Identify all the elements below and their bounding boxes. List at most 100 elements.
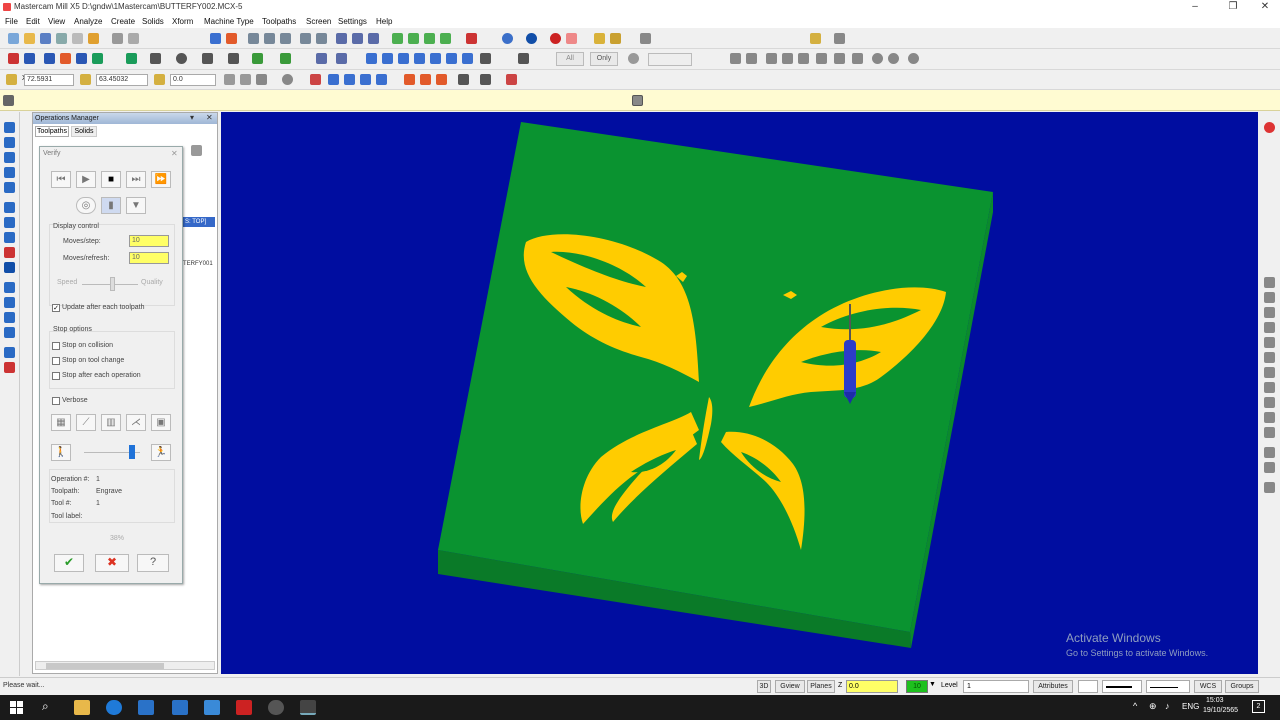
tool-mode-icon[interactable]: ▼ <box>126 197 146 214</box>
chain-icon[interactable] <box>352 33 363 44</box>
minimize-button[interactable]: – <box>1178 0 1212 15</box>
language-indicator[interactable]: ENG <box>1182 702 1199 711</box>
right-strip-icon-8[interactable] <box>1264 382 1275 393</box>
attr-icon[interactable] <box>360 74 371 85</box>
backplot-icon[interactable] <box>420 74 431 85</box>
tree-item-file[interactable]: TERFY001 <box>183 261 213 267</box>
sim-speed-slider[interactable] <box>129 445 135 459</box>
z-coordinate-field[interactable]: 0.0 <box>170 74 216 86</box>
gear-icon[interactable] <box>628 53 639 64</box>
app-red-icon[interactable] <box>236 700 252 715</box>
tab-solids[interactable]: Solids <box>71 126 97 137</box>
brush-icon[interactable] <box>610 33 621 44</box>
measure-icon[interactable]: ⟋ <box>76 414 96 431</box>
right-strip-icon-3[interactable] <box>1264 307 1275 318</box>
moves-refresh-input[interactable]: 10 <box>129 252 169 264</box>
tab-toolpaths[interactable]: Toolpaths <box>35 126 69 137</box>
plane-icon[interactable] <box>376 74 387 85</box>
shade-icon[interactable] <box>550 33 561 44</box>
line-endpoints-icon[interactable] <box>150 53 161 64</box>
select-polygon-icon[interactable] <box>766 53 777 64</box>
fast-forward-button[interactable]: ⏩ <box>151 171 171 188</box>
strip-shell-icon[interactable] <box>4 262 15 273</box>
dimension-icon[interactable] <box>480 53 491 64</box>
screen-clear-icon[interactable] <box>466 33 477 44</box>
stop-collision-checkbox[interactable] <box>52 342 60 350</box>
notification-icon[interactable]: 2 <box>1252 700 1265 713</box>
graphics-viewport[interactable]: Activate Windows Go to Settings to activ… <box>221 112 1258 674</box>
photos-icon[interactable] <box>204 700 220 715</box>
edge-icon[interactable] <box>106 700 122 715</box>
machine-def-icon[interactable] <box>506 74 517 85</box>
gview-button[interactable]: Gview <box>775 680 805 693</box>
right-strip-icon-14[interactable] <box>1264 482 1275 493</box>
right-strip-icon-10[interactable] <box>1264 412 1275 423</box>
verify-close-icon[interactable]: ✕ <box>171 149 178 158</box>
analyze-icon[interactable] <box>8 53 19 64</box>
chart-icon[interactable]: ▥ <box>101 414 121 431</box>
strip-drill-icon[interactable] <box>4 282 15 293</box>
ops-horizontal-scrollbar[interactable] <box>35 661 215 670</box>
fast-point-icon[interactable] <box>224 74 235 85</box>
solid-icon[interactable] <box>280 53 291 64</box>
fit-icon[interactable] <box>226 33 237 44</box>
y-coordinate-field[interactable]: 63.45032 <box>96 74 148 86</box>
strip-pocket-icon[interactable] <box>4 312 15 323</box>
strip-chamfer-icon[interactable] <box>4 247 15 258</box>
right-strip-icon-7[interactable] <box>1264 367 1275 378</box>
select-icon[interactable] <box>336 33 347 44</box>
zoom-in-icon[interactable] <box>264 33 275 44</box>
step-button[interactable]: ⏭ <box>126 171 146 188</box>
cut-icon[interactable] <box>72 33 83 44</box>
snap-settings-icon[interactable] <box>256 74 267 85</box>
start-icon[interactable] <box>10 701 23 714</box>
rewind-button[interactable]: ⏮ <box>51 171 71 188</box>
strip-extrude-icon[interactable] <box>4 232 15 243</box>
autocursor-help-icon[interactable] <box>282 74 293 85</box>
prompt-tool-icon[interactable] <box>3 95 14 106</box>
fast-speed-icon[interactable]: 🏃 <box>151 444 171 461</box>
stock-icon[interactable]: ▦ <box>51 414 71 431</box>
strip-face-icon[interactable] <box>4 327 15 338</box>
point-style-dropdown[interactable] <box>1078 680 1098 693</box>
strip-point-icon[interactable] <box>4 122 15 133</box>
autocursor-icon[interactable] <box>6 74 17 85</box>
cancel-button[interactable]: ✖ <box>95 554 129 572</box>
mail-icon[interactable] <box>138 700 154 715</box>
sphere-icon[interactable] <box>526 33 537 44</box>
strip-line-icon[interactable] <box>4 137 15 148</box>
stop-button[interactable]: ■ <box>101 171 121 188</box>
network-icon[interactable]: ⊕ <box>1149 701 1157 712</box>
right-strip-icon-2[interactable] <box>1264 292 1275 303</box>
line-width-dropdown[interactable] <box>1146 680 1190 693</box>
groups-button[interactable]: Groups <box>1225 680 1259 693</box>
menu-screen[interactable]: Screen <box>306 17 331 26</box>
wand-icon[interactable] <box>640 33 651 44</box>
z-depth-field[interactable]: 0.0 <box>846 680 898 693</box>
menu-analyze[interactable]: Analyze <box>74 17 102 26</box>
menu-view[interactable]: View <box>48 17 65 26</box>
select-vector-icon[interactable] <box>782 53 793 64</box>
menu-solids[interactable]: Solids <box>142 17 164 26</box>
display-mode-icon[interactable]: ◎ <box>76 197 96 214</box>
rectangle-icon[interactable] <box>202 53 213 64</box>
view-side-icon[interactable] <box>424 33 435 44</box>
ops-pin-icon[interactable]: ▾ <box>190 113 194 122</box>
menu-create[interactable]: Create <box>111 17 135 26</box>
mask-only-button[interactable]: Only <box>590 52 618 66</box>
menu-help[interactable]: Help <box>376 17 392 26</box>
strip-arc-icon[interactable] <box>4 152 15 163</box>
help-icon[interactable] <box>908 53 919 64</box>
prompt-help-icon[interactable] <box>632 95 643 106</box>
store-icon[interactable] <box>172 700 188 715</box>
pencil-icon[interactable] <box>594 33 605 44</box>
line-style-dropdown[interactable] <box>1102 680 1142 693</box>
selection-filter-dropdown[interactable] <box>648 53 692 66</box>
scale-icon[interactable] <box>398 53 409 64</box>
select-box-icon[interactable] <box>746 53 757 64</box>
clear-selection-icon[interactable] <box>872 53 883 64</box>
mirror-icon[interactable] <box>336 53 347 64</box>
stop-after-op-checkbox[interactable] <box>52 372 60 380</box>
select-intersect-icon[interactable] <box>834 53 845 64</box>
moves-step-input[interactable]: 10 <box>129 235 169 247</box>
